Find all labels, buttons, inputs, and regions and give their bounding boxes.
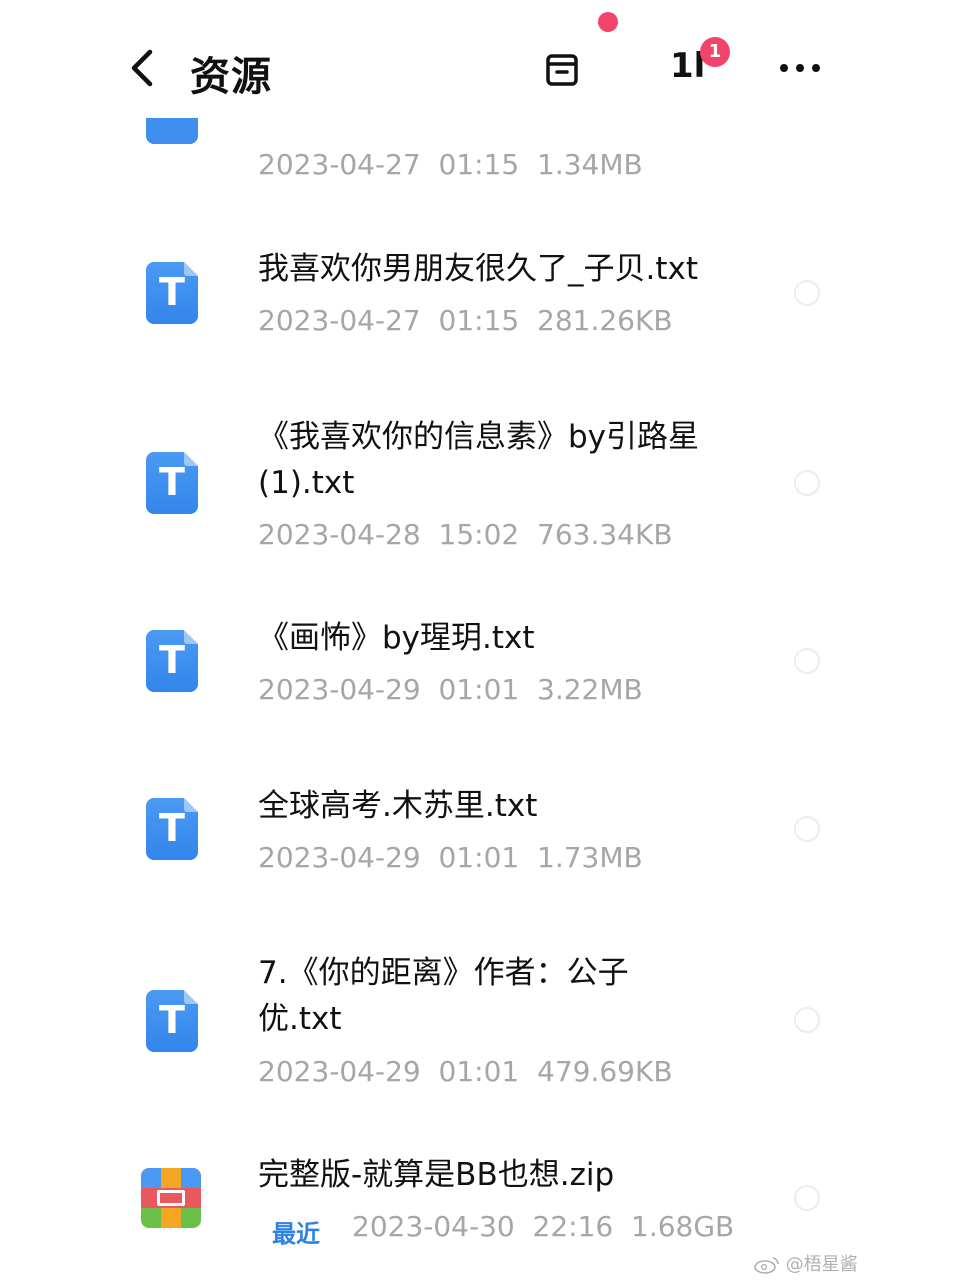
file-name: 完整版-就算是BB也想.zip bbox=[258, 1157, 615, 1193]
watermark-text: @梧星酱 bbox=[785, 1254, 858, 1275]
select-radio[interactable] bbox=[794, 1007, 820, 1033]
select-radio[interactable] bbox=[794, 648, 820, 674]
chevron-left-icon bbox=[131, 49, 153, 87]
notification-dot bbox=[598, 12, 618, 32]
recent-tag: 最近 bbox=[272, 1220, 320, 1248]
file-meta: 2023-04-30 22:16 1.68GB bbox=[352, 1210, 735, 1243]
weibo-logo-icon bbox=[754, 1257, 779, 1274]
txt-file-icon: T bbox=[146, 630, 198, 692]
file-meta: 2023-04-27 01:15 1.34MB bbox=[258, 148, 643, 181]
file-name: 我喜欢你男朋友很久了_子贝.txt bbox=[258, 251, 699, 287]
notification-badge: 1 bbox=[700, 37, 730, 67]
select-radio[interactable] bbox=[794, 1185, 820, 1211]
select-radio[interactable] bbox=[794, 470, 820, 496]
page-title: 资源 bbox=[190, 54, 272, 100]
txt-file-icon: T bbox=[146, 990, 198, 1052]
select-radio[interactable] bbox=[794, 280, 820, 306]
more-options-button[interactable] bbox=[776, 48, 824, 88]
txt-file-icon bbox=[146, 118, 198, 144]
txt-file-icon: T bbox=[146, 798, 198, 860]
file-meta: 2023-04-27 01:15 281.26KB bbox=[258, 304, 673, 337]
file-name: 《我喜欢你的信息素》by引路星(1).txt bbox=[258, 419, 700, 501]
txt-file-icon: T bbox=[146, 262, 198, 324]
file-meta: 2023-04-29 01:01 1.73MB bbox=[258, 841, 643, 874]
zip-file-icon bbox=[141, 1168, 201, 1228]
txt-file-icon: T bbox=[146, 452, 198, 514]
file-name: 《画怖》by瑆玥.txt bbox=[258, 620, 535, 656]
more-dots-icon bbox=[780, 64, 820, 72]
file-meta: 2023-04-28 15:02 763.34KB bbox=[258, 518, 673, 551]
watermark: @梧星酱 bbox=[754, 1250, 858, 1276]
file-name: 7.《你的距离》作者：公子优.txt bbox=[258, 955, 629, 1037]
select-radio[interactable] bbox=[794, 816, 820, 842]
back-button[interactable] bbox=[122, 46, 166, 90]
archive-icon bbox=[546, 54, 578, 86]
top-app-bar: 资源 1l 1 bbox=[0, 34, 960, 104]
file-meta: 2023-04-29 01:01 3.22MB bbox=[258, 673, 643, 706]
file-name: 全球高考.木苏里.txt bbox=[258, 788, 538, 824]
file-meta: 2023-04-29 01:01 479.69KB bbox=[258, 1055, 673, 1088]
archive-button[interactable] bbox=[540, 48, 584, 92]
